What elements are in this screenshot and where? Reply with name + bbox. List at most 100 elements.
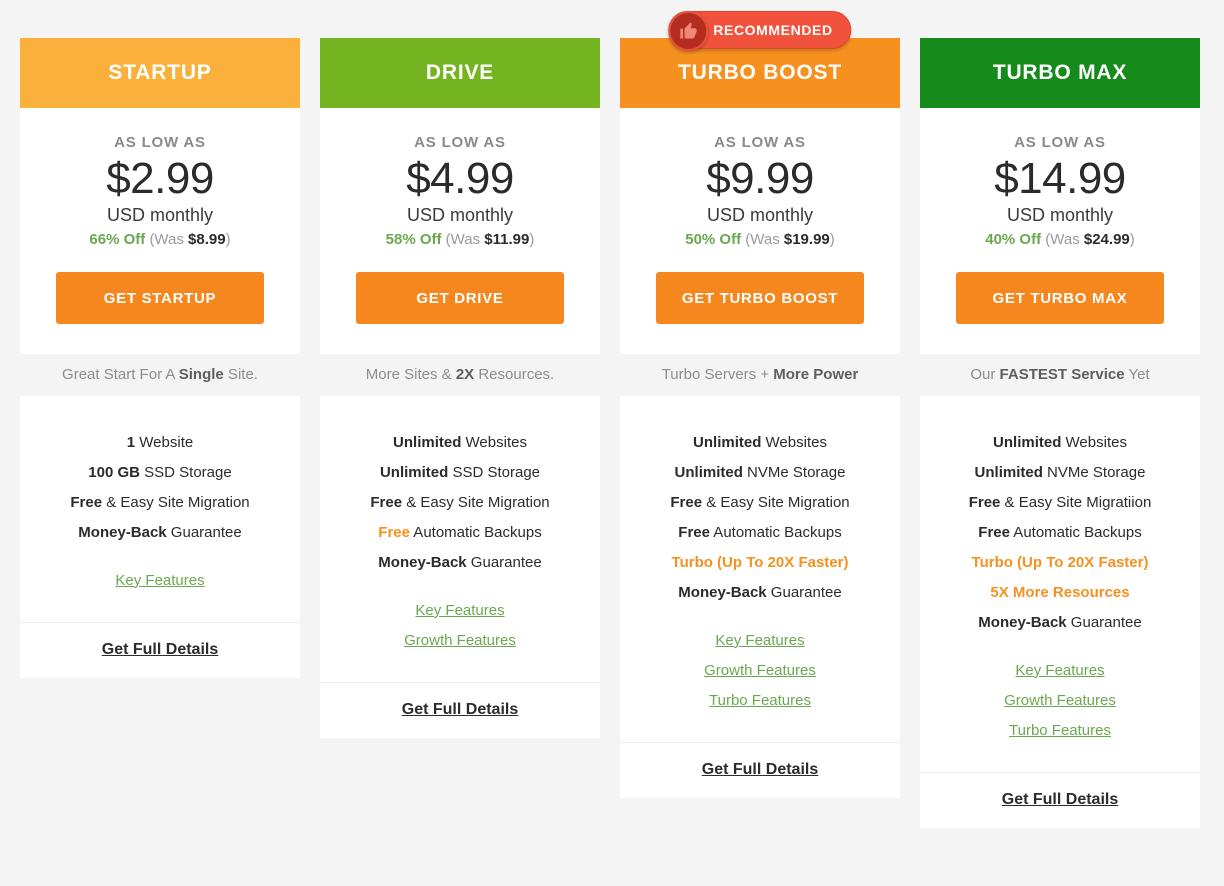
feature-link-key-features[interactable]: Key Features (932, 656, 1188, 686)
price-block: AS LOW AS $4.99 USD monthly 58% Off (Was $1… (320, 108, 600, 354)
feature-links: Key Features Growth Features Turbo Feature… (932, 656, 1188, 746)
price-period: USD monthly (1006, 204, 1114, 225)
feature-emphasis: 1 (126, 433, 136, 451)
price-period: USD monthly (406, 204, 514, 225)
get-full-details-link[interactable]: Get Full Details (402, 701, 518, 719)
feature-text: & Easy Site Migration (402, 493, 550, 511)
feature-text: Automatic Backups (709, 523, 842, 541)
discount-percent: 50% Off (685, 230, 742, 248)
cta-button[interactable]: GET TURBO MAX (956, 271, 1164, 324)
tagline-post: Site. (223, 366, 258, 384)
feature-emphasis: Free (670, 493, 703, 511)
plan-column-turbo-boost: RECOMMENDED TURBO BOOST AS LOW AS $9.99 USD … (620, 11, 900, 798)
feature-emphasis: Money-Back (378, 553, 467, 571)
plan-name: STARTUP (108, 61, 212, 84)
cta-button[interactable]: GET STARTUP (56, 271, 264, 324)
price-period: USD monthly (706, 204, 814, 225)
get-full-details-link[interactable]: Get Full Details (102, 641, 218, 659)
plan-name: DRIVE (425, 61, 495, 84)
cta-button[interactable]: GET TURBO BOOST (656, 271, 864, 324)
feature-item: 1 Website (32, 428, 288, 458)
discount-percent: 40% Off (985, 230, 1042, 248)
was-prefix: (Was (445, 230, 485, 248)
cta-button[interactable]: GET DRIVE (356, 271, 564, 324)
feature-link-key-features[interactable]: Key Features (32, 566, 288, 596)
feature-text: Automatic Backups (409, 523, 542, 541)
feature-item: Unlimited NVMe Storage (632, 458, 888, 488)
get-full-details-link[interactable]: Get Full Details (702, 761, 818, 779)
plan-column-turbo-max: TURBO MAX AS LOW AS $14.99 USD monthly 40% O… (920, 38, 1200, 828)
feature-text: Automatic Backups (1009, 523, 1142, 541)
feature-item: Unlimited Websites (632, 428, 888, 458)
was-prefix: (Was (745, 230, 784, 248)
features-block: Unlimited Websites Unlimited NVMe Storage… (620, 395, 900, 742)
feature-links: Key Features Growth Features (332, 596, 588, 656)
feature-text: NVMe Storage (1042, 463, 1146, 481)
feature-emphasis: Unlimited (974, 463, 1043, 481)
as-low-as-label: AS LOW AS (114, 134, 206, 151)
plan-column-startup: STARTUP AS LOW AS $2.99 USD monthly 66% Off … (20, 38, 300, 678)
tagline-emphasis: 2X (455, 366, 475, 384)
tagline-text: More Sites & 2X Resources. (366, 366, 554, 383)
feature-item: Unlimited SSD Storage (332, 458, 588, 488)
feature-links: Key Features (32, 566, 288, 596)
feature-emphasis: 100 GB (88, 463, 140, 481)
tagline-emphasis: FASTEST Service (999, 366, 1125, 384)
feature-emphasis: Unlimited (393, 433, 462, 451)
plan-tagline: Our FASTEST Service Yet (920, 353, 1200, 396)
plan-header: TURBO MAX (920, 38, 1200, 108)
price-period: USD monthly (106, 204, 214, 225)
feature-item: Money-Back Guarantee (632, 578, 888, 608)
feature-link-key-features[interactable]: Key Features (632, 626, 888, 656)
feature-item: 100 GB SSD Storage (32, 458, 288, 488)
was-price: $19.99 (783, 230, 830, 248)
price-discount: 50% Off (Was $19.99) (634, 231, 886, 248)
feature-text: & Easy Site Migratiion (1000, 493, 1152, 511)
details-block: Get Full Details (920, 771, 1200, 828)
get-full-details-link[interactable]: Get Full Details (1002, 791, 1118, 809)
discount-percent: 58% Off (385, 230, 442, 248)
was-suffix: ) (529, 230, 535, 248)
thumbs-up-icon (668, 11, 709, 51)
feature-emphasis: Money-Back (78, 523, 167, 541)
recommended-badge: RECOMMENDED (668, 10, 852, 51)
tagline-pre: Great Start For A (62, 366, 179, 384)
price-discount: 66% Off (Was $8.99) (34, 231, 286, 248)
features-block: 1 Website 100 GB SSD Storage Free & Easy S… (20, 395, 300, 622)
plan-header: STARTUP (20, 38, 300, 108)
price-block: AS LOW AS $9.99 USD monthly 50% Off (Was $1… (620, 108, 900, 354)
feature-text: Website (135, 433, 194, 451)
as-low-as-label: AS LOW AS (1014, 134, 1106, 151)
plan-tagline: Turbo Servers + More Power (620, 353, 900, 396)
feature-emphasis: Free (378, 523, 410, 541)
feature-emphasis: Money-Back (978, 613, 1067, 631)
feature-link-key-features[interactable]: Key Features (332, 596, 588, 626)
plan-tagline: More Sites & 2X Resources. (320, 353, 600, 396)
feature-link-turbo-features[interactable]: Turbo Features (632, 686, 888, 716)
feature-link-turbo-features[interactable]: Turbo Features (932, 716, 1188, 746)
price-amount: $9.99 (706, 154, 814, 203)
feature-item: Money-Back Guarantee (32, 518, 288, 548)
feature-emphasis: Turbo (Up To 20X Faster) (671, 553, 849, 571)
feature-text: Guarantee (166, 523, 242, 541)
feature-item: Money-Back Guarantee (332, 548, 588, 578)
feature-item: Free & Easy Site Migration (332, 488, 588, 518)
discount-percent: 66% Off (89, 230, 146, 248)
feature-link-growth-features[interactable]: Growth Features (632, 656, 888, 686)
feature-links: Key Features Growth Features Turbo Feature… (632, 626, 888, 716)
plan-name: TURBO MAX (992, 61, 1128, 84)
feature-link-growth-features[interactable]: Growth Features (932, 686, 1188, 716)
tagline-text: Turbo Servers + More Power (662, 366, 859, 383)
price-amount: $14.99 (994, 154, 1126, 203)
price-amount: $4.99 (406, 154, 514, 203)
feature-text: SSD Storage (139, 463, 232, 481)
as-low-as-label: AS LOW AS (714, 134, 806, 151)
tagline-text: Great Start For A Single Site. (62, 366, 258, 383)
plan-tagline: Great Start For A Single Site. (20, 353, 300, 396)
price-amount: $2.99 (106, 154, 214, 203)
was-suffix: ) (829, 230, 835, 248)
tagline-emphasis: More Power (773, 366, 859, 384)
feature-text: Websites (1061, 433, 1127, 451)
feature-link-growth-features[interactable]: Growth Features (332, 626, 588, 656)
plan-name: TURBO BOOST (678, 61, 842, 84)
